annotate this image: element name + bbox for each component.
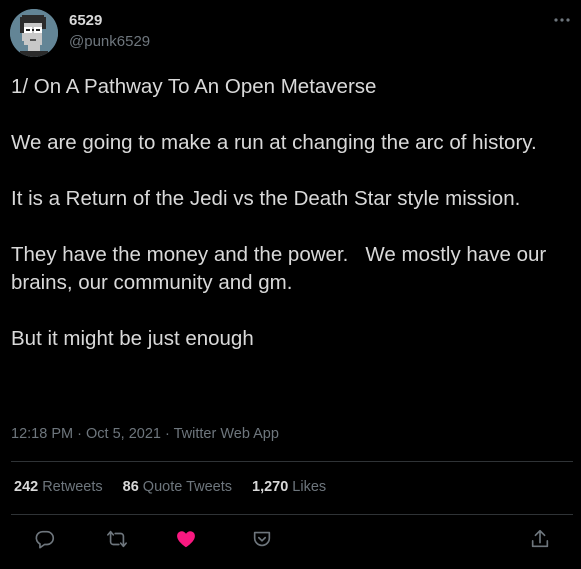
tweet-paragraph: It is a Return of the Jedi vs the Death … <box>11 187 521 210</box>
tweet-paragraph: We are going to make a run at changing t… <box>11 131 537 154</box>
bookmark-icon[interactable] <box>251 528 273 550</box>
author-handle[interactable]: @punk6529 <box>69 33 150 50</box>
engagement-stats: 242 Retweets 86 Quote Tweets 1,270 Likes <box>14 479 326 495</box>
tweet-metadata: 12:18 PM · Oct 5, 2021 · Twitter Web App <box>11 426 279 442</box>
quote-tweets-stat[interactable]: 86 Quote Tweets <box>123 479 232 495</box>
divider <box>11 461 573 462</box>
tweet-time: 12:18 PM <box>11 426 74 442</box>
cryptopunk-avatar-icon <box>10 9 58 57</box>
likes-label: Likes <box>292 479 327 495</box>
likes-count: 1,270 <box>252 479 289 495</box>
retweets-stat[interactable]: 242 Retweets <box>14 479 103 495</box>
reply-icon[interactable] <box>34 528 56 550</box>
retweets-label: Retweets <box>42 479 103 495</box>
retweet-icon[interactable] <box>106 528 128 550</box>
action-bar <box>0 528 581 550</box>
quote-tweets-count: 86 <box>122 479 139 495</box>
tweet-date: Oct 5, 2021 <box>85 426 161 442</box>
author-display-name[interactable]: 6529 <box>69 12 102 29</box>
share-icon[interactable] <box>529 528 551 550</box>
avatar[interactable] <box>10 9 58 57</box>
tweet-paragraph: But it might be just enough <box>11 327 254 350</box>
retweets-count: 242 <box>14 479 39 495</box>
meta-separator: · <box>77 426 82 442</box>
divider <box>11 514 573 515</box>
tweet-paragraph: 1/ On A Pathway To An Open Metaverse <box>11 75 377 98</box>
tweet-paragraph: They have the money and the power. We mo… <box>11 243 552 294</box>
tweet-text: 1/ On A Pathway To An Open Metaverse We … <box>11 73 573 353</box>
meta-separator: · <box>164 426 170 442</box>
tweet-source[interactable]: Twitter Web App <box>174 426 279 442</box>
tweet-detail: 6529 @punk6529 1/ On A Pathway To An Ope… <box>0 0 581 569</box>
tweet-timestamp[interactable]: 12:18 PM · Oct 5, 2021 <box>11 426 161 442</box>
quote-tweets-label: Quote Tweets <box>142 479 232 495</box>
likes-stat[interactable]: 1,270 Likes <box>252 479 326 495</box>
like-icon[interactable] <box>175 528 197 550</box>
more-options-icon[interactable] <box>552 10 572 30</box>
